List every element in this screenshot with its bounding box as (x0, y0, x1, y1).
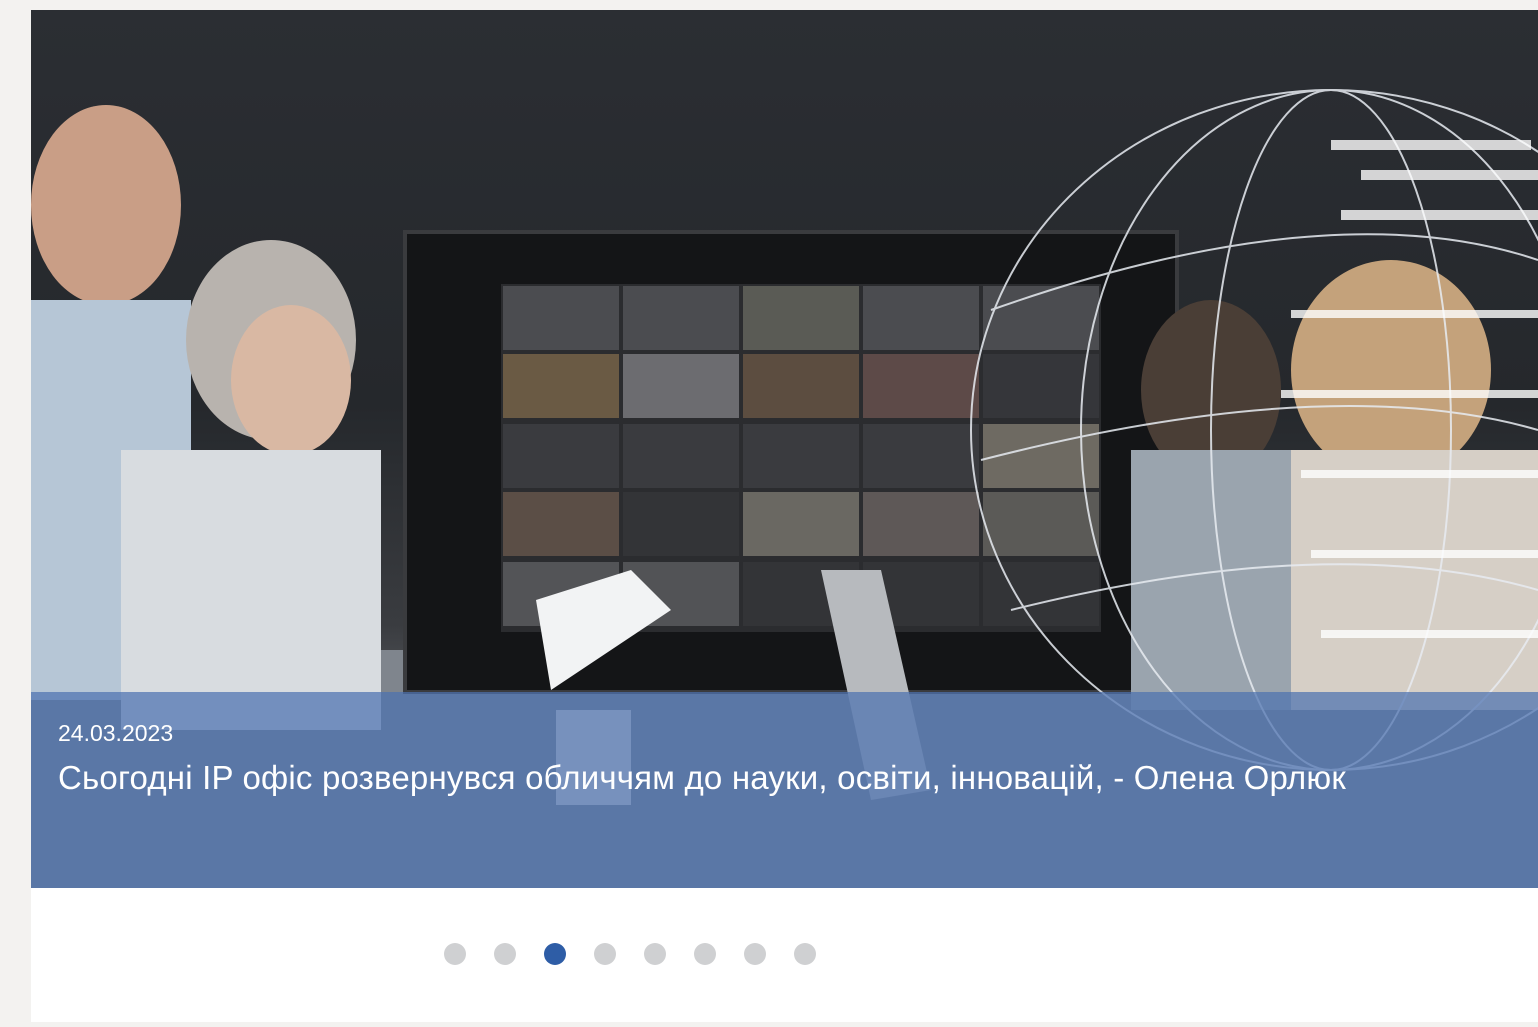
pagination-dot-8[interactable] (793, 943, 816, 965)
slider-pagination (0, 943, 1383, 967)
slide-caption[interactable]: 24.03.2023 Сьогодні IP офіс розвернувся … (31, 692, 1538, 888)
pagination-dot-7[interactable] (743, 943, 766, 965)
pagination-dot-5[interactable] (643, 943, 666, 965)
news-title-link[interactable]: Сьогодні IP офіс розвернувся обличчям до… (58, 756, 1498, 800)
news-date: 24.03.2023 (58, 720, 174, 746)
pagination-dot-4[interactable] (593, 943, 616, 965)
slide-image-link[interactable]: 24.03.2023 Сьогодні IP офіс розвернувся … (31, 10, 1538, 888)
video-grid (503, 286, 1099, 626)
pagination-dot-6[interactable] (693, 943, 716, 965)
pagination-dot-3-active[interactable] (543, 943, 566, 965)
pagination-dot-2[interactable] (493, 943, 516, 965)
pagination-dot-1[interactable] (443, 943, 466, 965)
news-slider-card: 24.03.2023 Сьогодні IP офіс розвернувся … (31, 10, 1538, 1022)
